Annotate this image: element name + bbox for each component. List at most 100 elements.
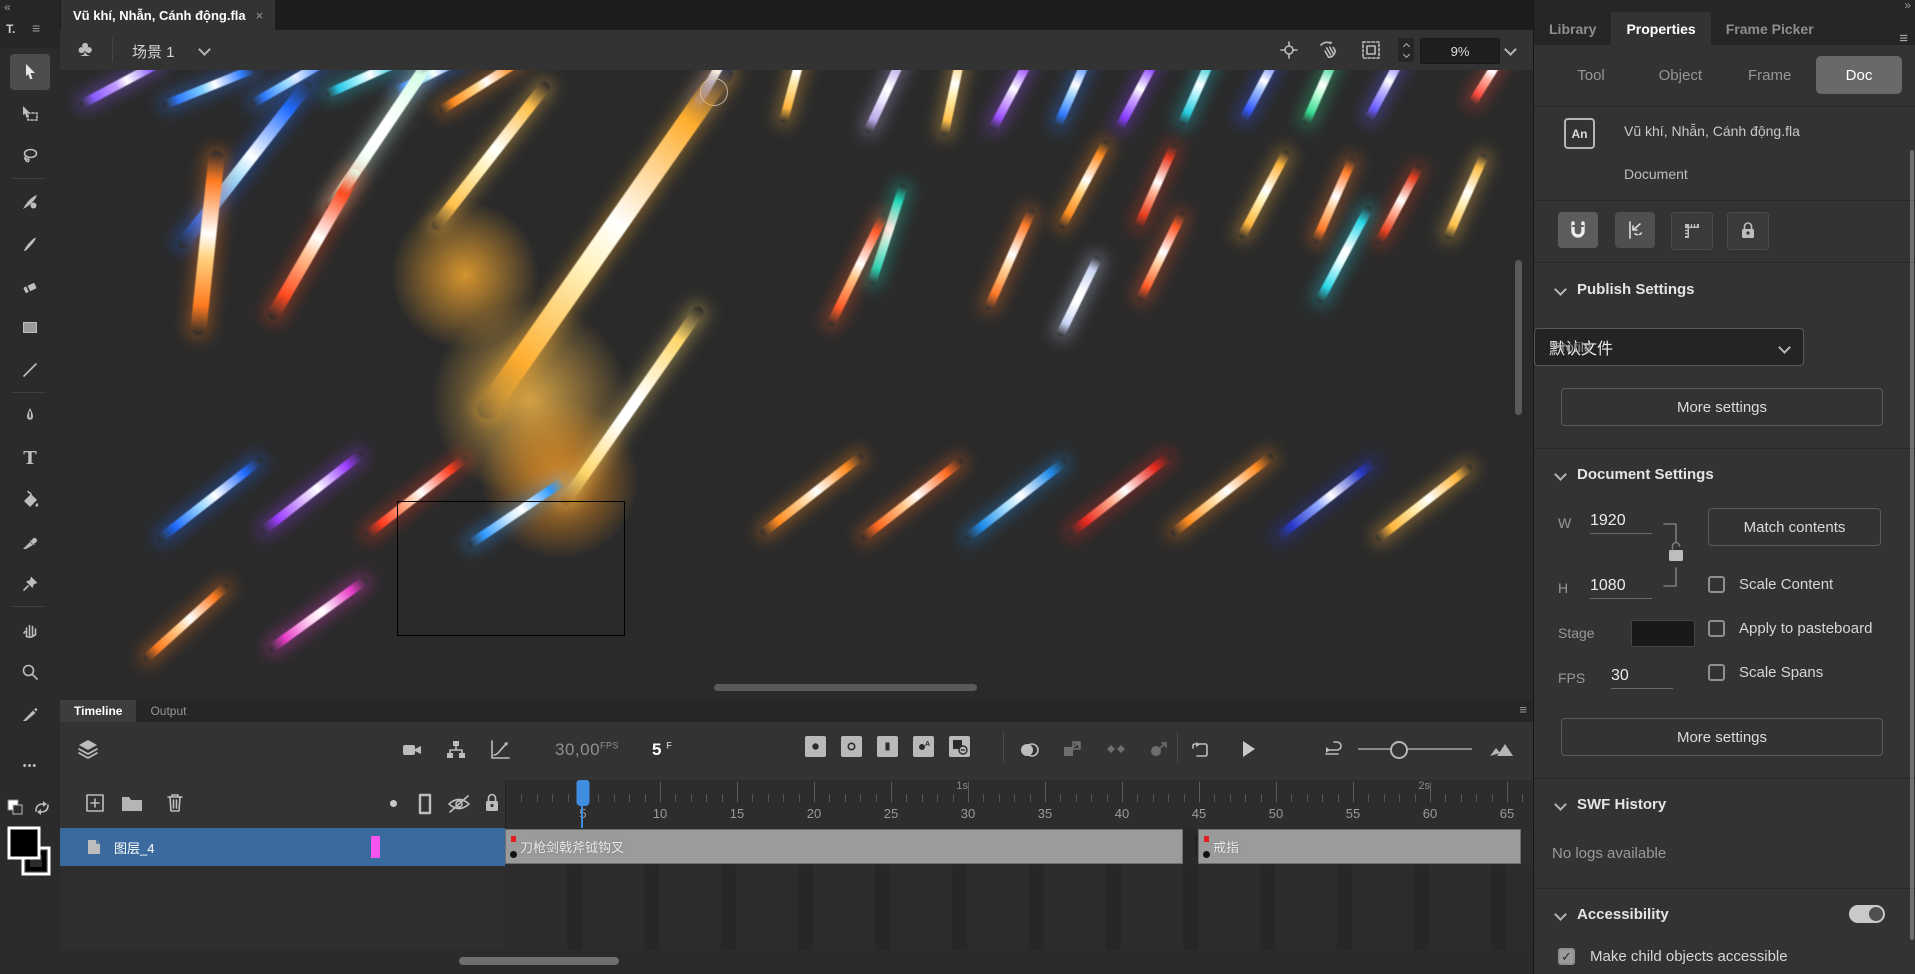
weapon-sprite[interactable] (1056, 255, 1103, 338)
tools-panel-menu-icon[interactable]: ≡ (32, 20, 40, 36)
fluid-brush-tool[interactable] (10, 184, 50, 220)
ruler-button[interactable] (1671, 212, 1713, 250)
zoom-level-input[interactable]: 9% (1420, 38, 1500, 64)
weapon-sprite[interactable] (259, 450, 365, 536)
close-tab-icon[interactable]: × (256, 8, 264, 23)
fill-stroke-swatches[interactable] (7, 826, 53, 878)
play-button[interactable] (1236, 737, 1260, 761)
layer-name[interactable]: 图层_4 (114, 838, 154, 857)
height-value[interactable]: 1080 (1590, 577, 1652, 599)
selection-rectangle[interactable] (397, 501, 625, 636)
insert-blank-keyframe-button[interactable] (841, 736, 862, 757)
weapon-sprite[interactable] (1238, 70, 1285, 124)
camera-icon[interactable] (400, 738, 424, 762)
free-transform-tool[interactable] (10, 96, 50, 132)
tab-library[interactable]: Library (1534, 12, 1611, 45)
snap-align-button[interactable] (1615, 212, 1655, 248)
current-frame[interactable]: 5 F (652, 740, 672, 760)
swap-colors-icon[interactable] (32, 798, 52, 818)
apply-to-pasteboard-checkbox[interactable] (1708, 620, 1725, 637)
canvas-vertical-scrollbar[interactable] (1515, 260, 1522, 415)
create-classic-tween-button[interactable] (1147, 738, 1171, 762)
accessibility-toggle[interactable] (1849, 905, 1885, 923)
lock-layers-icon[interactable] (482, 791, 502, 815)
weapon-sprite[interactable] (1178, 70, 1219, 127)
weapon-sprite[interactable] (1133, 143, 1179, 231)
loop-playback-button[interactable] (1188, 738, 1212, 762)
hide-layers-icon[interactable] (446, 792, 472, 816)
timeline-ruler[interactable]: 51015202530354045505560651s2s (505, 780, 1534, 828)
weapon-sprite[interactable] (265, 167, 362, 322)
timeline-menu-icon[interactable]: ≡ (1519, 702, 1527, 717)
outline-layers-icon[interactable] (416, 792, 434, 816)
layer-outline-color-swatch[interactable] (371, 836, 380, 858)
create-shape-tween-button[interactable] (1104, 738, 1128, 762)
publish-more-settings-button[interactable]: More settings (1561, 388, 1883, 426)
lasso-tool[interactable] (10, 138, 50, 174)
playhead-marker[interactable] (577, 780, 590, 806)
rectangle-tool[interactable] (10, 310, 50, 346)
auto-keyframe-button[interactable]: A (913, 736, 934, 757)
snap-magnet-button[interactable] (1558, 212, 1598, 248)
weapon-sprite[interactable] (759, 452, 865, 538)
delete-layer-button[interactable] (164, 791, 186, 815)
document-more-settings-button[interactable]: More settings (1561, 718, 1883, 756)
highlight-layers-dot-icon[interactable] (390, 800, 397, 807)
frame-rate[interactable]: 30,00FPS (555, 740, 619, 760)
weapon-sprite[interactable] (1443, 153, 1489, 241)
weapon-sprite[interactable] (779, 70, 812, 124)
segment-frame[interactable]: Frame (1727, 56, 1813, 94)
tab-output[interactable]: Output (136, 700, 200, 722)
line-tool[interactable] (10, 352, 50, 388)
zoom-chevron-down-icon[interactable] (1504, 43, 1517, 56)
zoom-tool[interactable] (10, 654, 50, 690)
scene-name[interactable]: 场景 1 (132, 41, 175, 62)
timeline-zoom-slider-knob[interactable] (1390, 741, 1408, 759)
layer-parenting-icon[interactable] (444, 738, 468, 762)
weapon-sprite[interactable] (1374, 462, 1474, 543)
paint-bucket-tool[interactable] (10, 482, 50, 518)
clip-to-stage-icon[interactable] (1360, 39, 1382, 61)
make-child-objects-accessible-checkbox[interactable]: ✓ (1558, 948, 1575, 965)
weapon-sprite[interactable] (940, 70, 969, 136)
tab-frame-picker[interactable]: Frame Picker (1711, 12, 1829, 45)
segment-object[interactable]: Object (1637, 56, 1723, 94)
rotate-canvas-icon[interactable] (1318, 39, 1340, 61)
width-value[interactable]: 1920 (1590, 512, 1652, 534)
weapon-sprite[interactable] (162, 70, 258, 109)
weapon-sprite[interactable] (1237, 149, 1291, 240)
collapse-panel-icon[interactable]: « (4, 0, 11, 14)
default-colors-icon[interactable] (6, 798, 28, 818)
weapon-sprite[interactable] (190, 150, 225, 336)
properties-menu-icon[interactable]: ≡ (1899, 30, 1908, 47)
insert-frame-button[interactable] (877, 736, 898, 757)
weapon-sprite[interactable] (78, 70, 166, 109)
resize-timeline-view-icon[interactable] (1488, 738, 1514, 762)
reset-timeline-zoom-icon[interactable] (1322, 739, 1346, 761)
create-motion-tween-button[interactable] (1060, 738, 1084, 762)
weapon-sprite[interactable] (863, 70, 908, 134)
asset-warp-pin-tool[interactable] (10, 566, 50, 602)
segment-tool[interactable]: Tool (1548, 56, 1634, 94)
selection-tool[interactable] (10, 54, 50, 90)
weapon-sprite[interactable] (175, 78, 315, 251)
weapon-sprite[interactable] (988, 70, 1035, 132)
scale-spans-checkbox[interactable] (1708, 664, 1725, 681)
tween-graph-icon[interactable] (488, 738, 512, 762)
zoom-stepper[interactable] (1398, 38, 1414, 62)
weapon-sprite[interactable] (1057, 139, 1111, 230)
link-dimensions-widget[interactable] (1662, 520, 1698, 590)
eyedropper-tool[interactable] (10, 524, 50, 560)
center-stage-icon[interactable] (1278, 39, 1300, 61)
layers-panel-icon[interactable] (76, 737, 100, 761)
onion-skin-button[interactable] (1018, 738, 1042, 762)
new-folder-button[interactable] (120, 792, 144, 814)
symbol-clover-icon[interactable]: ♣ (78, 36, 92, 62)
fps-value[interactable]: 30 (1611, 667, 1673, 689)
weapon-sprite[interactable] (963, 457, 1069, 543)
insert-keyframe-button[interactable] (805, 736, 826, 757)
stage-color-swatch[interactable] (1631, 620, 1695, 647)
new-layer-button[interactable] (84, 792, 106, 814)
segment-doc[interactable]: Doc (1816, 56, 1902, 94)
scale-content-checkbox[interactable] (1708, 576, 1725, 593)
